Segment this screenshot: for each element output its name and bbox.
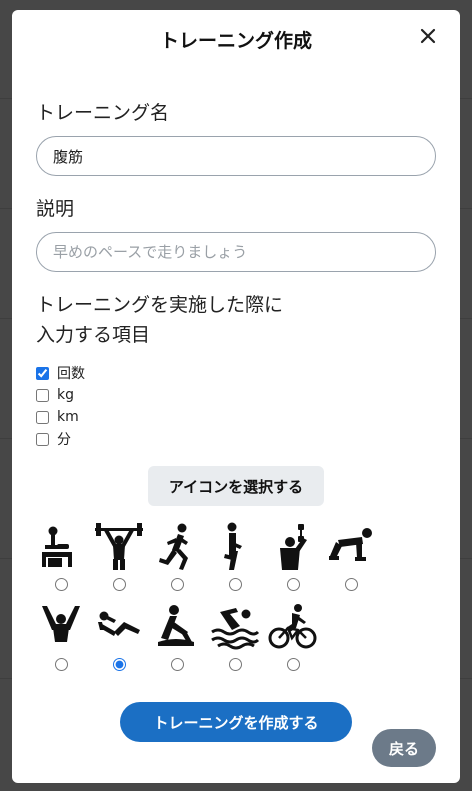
running-icon	[159, 523, 188, 570]
close-icon	[420, 28, 436, 44]
plank-icon	[329, 528, 372, 561]
icon-radio[interactable]	[228, 578, 242, 591]
icon-option[interactable]	[264, 602, 322, 682]
icon-option[interactable]	[148, 602, 206, 682]
icon-radio[interactable]	[286, 658, 300, 671]
name-input[interactable]	[36, 136, 436, 176]
icon-option[interactable]	[148, 522, 206, 602]
icon-option[interactable]	[90, 602, 148, 682]
count-checkbox[interactable]	[36, 366, 49, 380]
input-item-count[interactable]: 回数	[36, 362, 436, 384]
name-label: トレーニング名	[36, 102, 170, 124]
icon-radio[interactable]	[54, 658, 68, 671]
icon-radio[interactable]	[112, 578, 126, 591]
input-item-label: 分	[57, 432, 71, 448]
swimming-icon	[211, 608, 260, 650]
icon-radio[interactable]	[170, 578, 184, 591]
create-training-button[interactable]: トレーニングを作成する	[120, 702, 352, 742]
icon-radio[interactable]	[170, 658, 184, 671]
inputs-label-line2: 入力する項目	[36, 324, 151, 346]
icon-option[interactable]	[32, 602, 90, 682]
back-button[interactable]: 戻る	[372, 729, 436, 767]
description-label: 説明	[36, 198, 75, 220]
icon-option[interactable]	[206, 602, 264, 682]
input-items-list: 回数 kg km 分	[36, 362, 436, 450]
icon-grid	[32, 522, 436, 682]
km-checkbox[interactable]	[36, 410, 49, 424]
icon-radio[interactable]	[228, 658, 242, 671]
input-item-kg[interactable]: kg	[36, 384, 436, 406]
input-item-label: km	[57, 409, 79, 425]
icon-radio[interactable]	[344, 578, 358, 591]
icon-radio[interactable]	[54, 578, 68, 591]
arms-up-icon	[42, 606, 80, 642]
minutes-checkbox[interactable]	[36, 432, 49, 446]
input-item-minutes[interactable]: 分	[36, 428, 436, 450]
leg-stretch-icon	[224, 522, 242, 570]
icon-radio[interactable]	[112, 658, 126, 671]
icon-option[interactable]	[264, 522, 322, 602]
input-item-label: kg	[57, 387, 74, 403]
bench-press-icon	[42, 526, 72, 567]
rowing-icon	[158, 605, 194, 646]
modal-title: トレーニング作成	[159, 30, 312, 52]
close-button[interactable]	[414, 22, 442, 50]
create-training-modal: トレーニング作成 トレーニング名 説明 トレーニングを実施した際に 入力する項目…	[12, 10, 460, 783]
situp-icon	[98, 611, 140, 636]
select-icon-button[interactable]: アイコンを選択する	[148, 466, 324, 506]
weightlifting-icon	[95, 523, 143, 570]
inputs-label-line1: トレーニングを実施した際に	[36, 294, 284, 316]
icon-option[interactable]	[32, 522, 90, 602]
cycling-icon	[268, 604, 317, 649]
description-input[interactable]	[36, 232, 436, 272]
icon-option[interactable]	[90, 522, 148, 602]
input-item-km[interactable]: km	[36, 406, 436, 428]
icon-option[interactable]	[206, 522, 264, 602]
dumbbell-curl-icon	[280, 524, 307, 570]
kg-checkbox[interactable]	[36, 388, 49, 402]
input-item-label: 回数	[57, 366, 85, 382]
icon-option[interactable]	[322, 522, 380, 602]
icon-radio[interactable]	[286, 578, 300, 591]
